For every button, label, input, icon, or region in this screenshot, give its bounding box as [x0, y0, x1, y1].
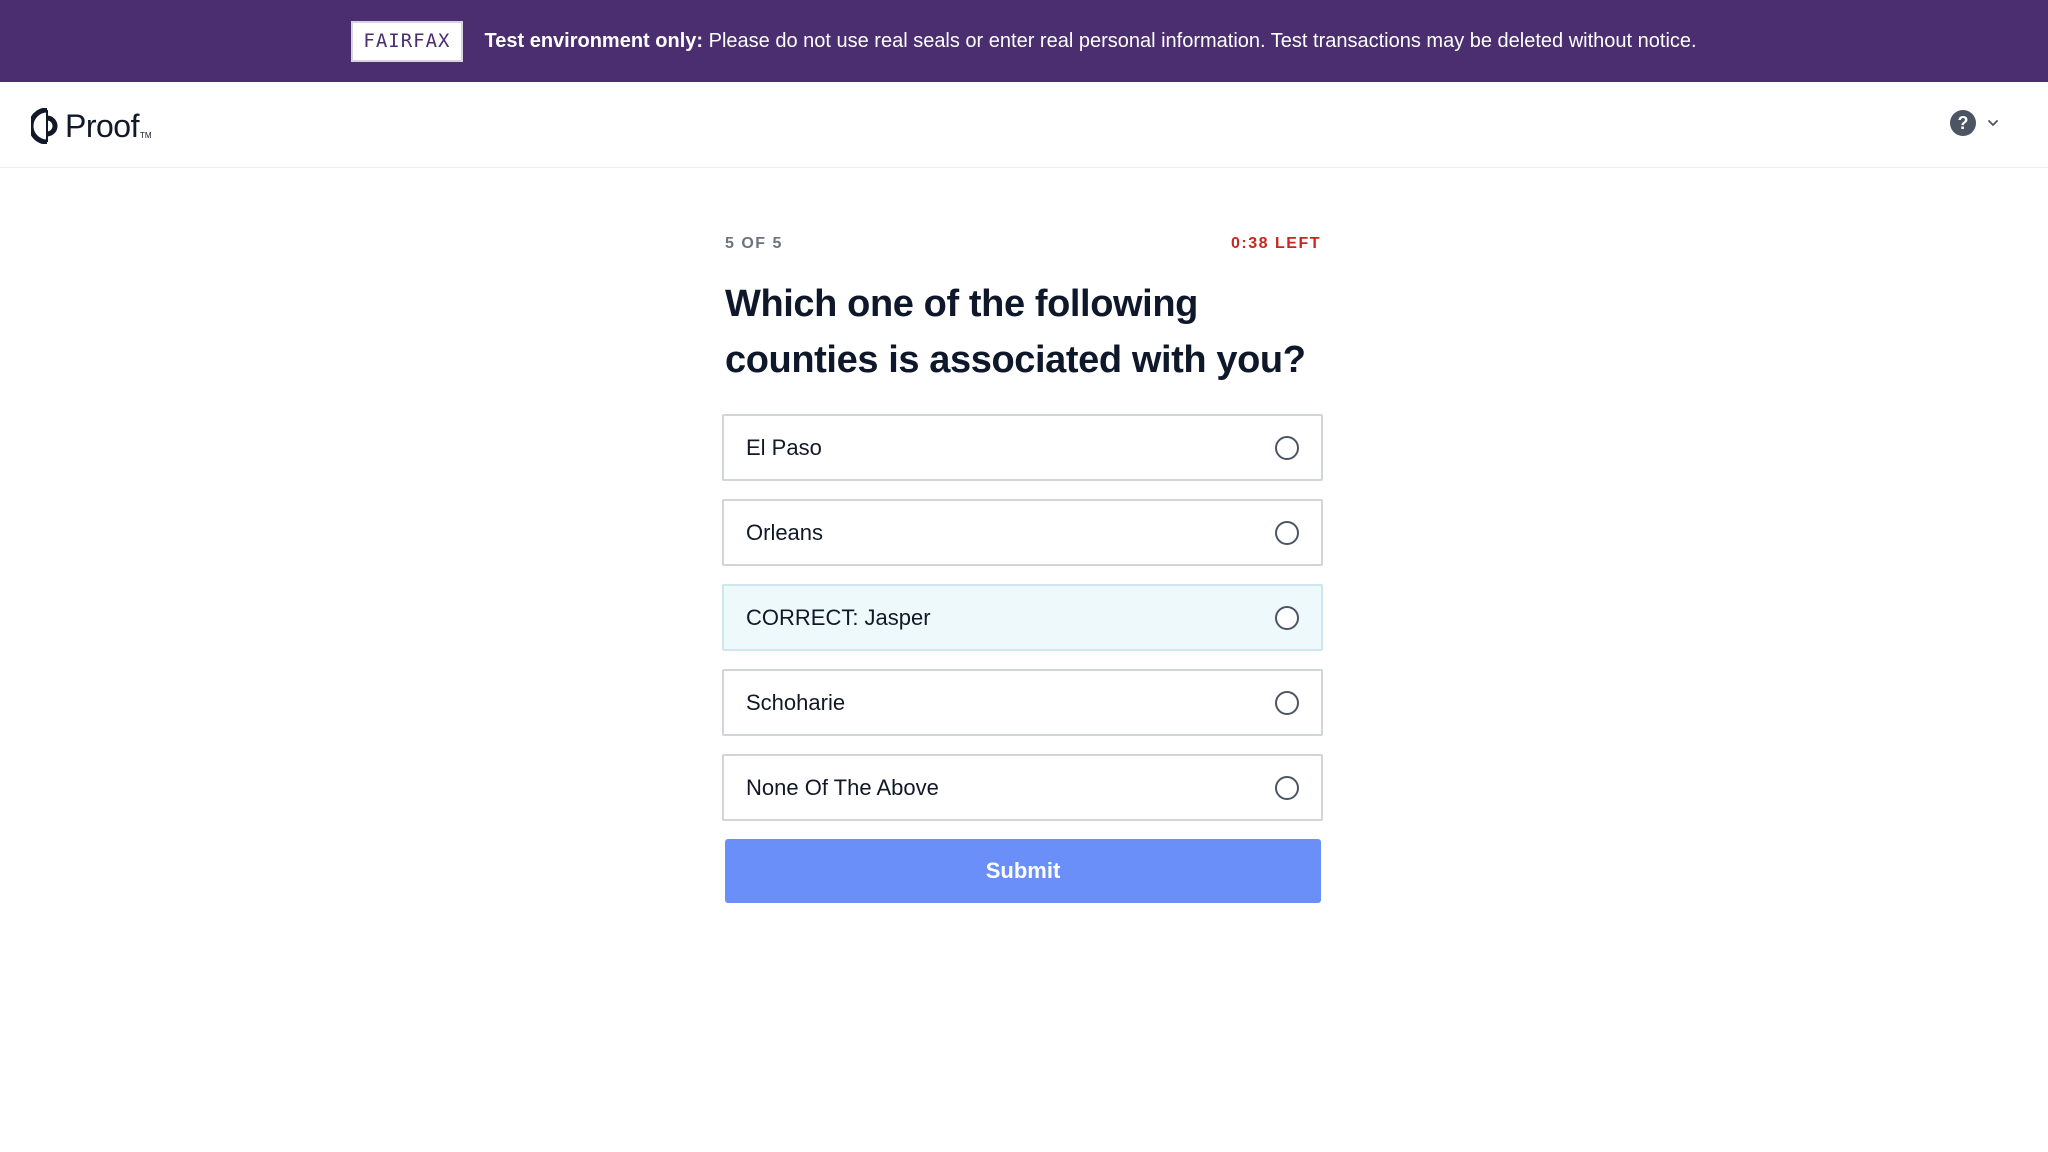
kba-quiz: 5 OF 5 0:38 LEFT Which one of the follow… [722, 228, 1323, 903]
answer-option-label: Schoharie [746, 689, 846, 715]
proof-logo-icon [31, 108, 58, 144]
radio-button-icon[interactable] [1275, 435, 1299, 460]
help-menu-button[interactable]: ? [1950, 110, 2000, 136]
quiz-meta-row: 5 OF 5 0:38 LEFT [725, 228, 1321, 260]
question-circle-icon: ? [1950, 110, 1976, 136]
banner-message: Test environment only: Please do not use… [485, 30, 1697, 53]
logo-trademark: TM [139, 131, 152, 140]
logo-text: Proof [65, 108, 139, 144]
radio-button-icon[interactable] [1275, 605, 1299, 630]
test-environment-banner: FAIRFAX Test environment only: Please do… [0, 0, 2048, 82]
radio-button-icon[interactable] [1275, 690, 1299, 715]
radio-button-icon[interactable] [1275, 775, 1299, 800]
answer-option-label: None Of The Above [746, 774, 939, 800]
banner-bold-text: Test environment only: [484, 29, 704, 52]
answer-option[interactable]: Schoharie [722, 669, 1323, 736]
time-remaining: 0:38 LEFT [1231, 235, 1321, 252]
answer-option[interactable]: None Of The Above [722, 754, 1323, 821]
answer-option-label: Orleans [746, 519, 824, 545]
answer-options: El Paso Orleans CORRECT: Jasper Schohari… [722, 414, 1323, 821]
top-header: Proof TM ? [0, 82, 2048, 168]
answer-option-label: El Paso [746, 434, 822, 460]
chevron-down-icon [1988, 120, 1998, 126]
proof-logo[interactable]: Proof TM [31, 108, 152, 144]
question-progress: 5 OF 5 [725, 235, 783, 252]
question-text: Which one of the following counties is a… [725, 283, 1306, 381]
answer-option[interactable]: CORRECT: Jasper [722, 584, 1323, 651]
submit-button[interactable]: Submit [725, 839, 1321, 903]
radio-button-icon[interactable] [1275, 520, 1299, 545]
answer-option-label: CORRECT: Jasper [746, 604, 931, 630]
banner-body-text: Please do not use real seals or enter re… [708, 29, 1697, 52]
environment-badge: FAIRFAX [351, 20, 463, 62]
answer-option[interactable]: El Paso [722, 414, 1323, 481]
answer-option[interactable]: Orleans [722, 499, 1323, 566]
